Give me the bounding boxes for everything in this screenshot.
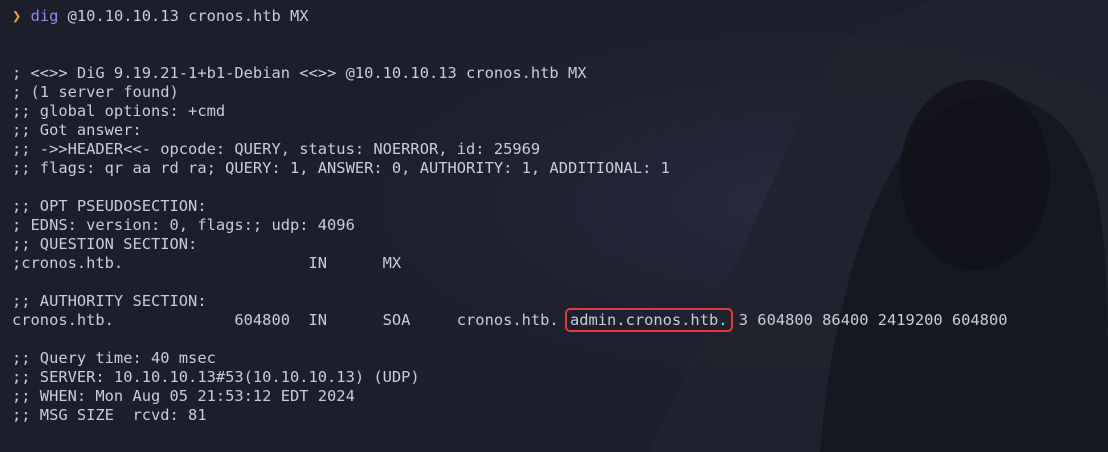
question-record-line: ;cronos.htb. IN MX [12,254,402,272]
soa-record-prefix: cronos.htb. 604800 IN SOA cronos.htb. [12,311,568,329]
opt-section-line: ;; OPT PSEUDOSECTION: [12,197,207,215]
command-name: dig [30,7,59,25]
question-section-header: ;; QUESTION SECTION: [12,235,198,253]
header-line: ;; ->>HEADER<<- opcode: QUERY, status: N… [12,140,541,158]
soa-record-line: cronos.htb. 604800 IN SOA cronos.htb. ad… [12,308,1108,332]
edns-line: ; EDNS: version: 0, flags:; udp: 4096 [12,216,355,234]
when-line: ;; WHEN: Mon Aug 05 21:53:12 EDT 2024 [12,387,355,405]
server-found-line: ; (1 server found) [12,83,179,101]
soa-record-suffix: 3 604800 86400 2419200 604800 [729,311,1008,329]
server-line: ;; SERVER: 10.10.10.13#53(10.10.10.13) (… [12,368,420,386]
prompt-arrow-icon: ❯ [12,7,22,25]
command-prompt-line: ❯ dig @10.10.10.13 cronos.htb MX [12,7,1108,26]
dig-banner-line: ; <<>> DiG 9.19.21-1+b1-Debian <<>> @10.… [12,64,587,82]
highlighted-admin-domain: admin.cronos.htb. [564,308,733,332]
msg-size-line: ;; MSG SIZE rcvd: 81 [12,406,207,424]
flags-line: ;; flags: qr aa rd ra; QUERY: 1, ANSWER:… [12,159,670,177]
got-answer-line: ;; Got answer: [12,121,142,139]
query-time-line: ;; Query time: 40 msec [12,349,216,367]
terminal-output: ❯ dig @10.10.10.13 cronos.htb MX ; <<>> … [12,7,1108,425]
command-args: @10.10.10.13 cronos.htb MX [58,7,309,25]
authority-section-header: ;; AUTHORITY SECTION: [12,292,207,310]
global-options-line: ;; global options: +cmd [12,102,226,120]
